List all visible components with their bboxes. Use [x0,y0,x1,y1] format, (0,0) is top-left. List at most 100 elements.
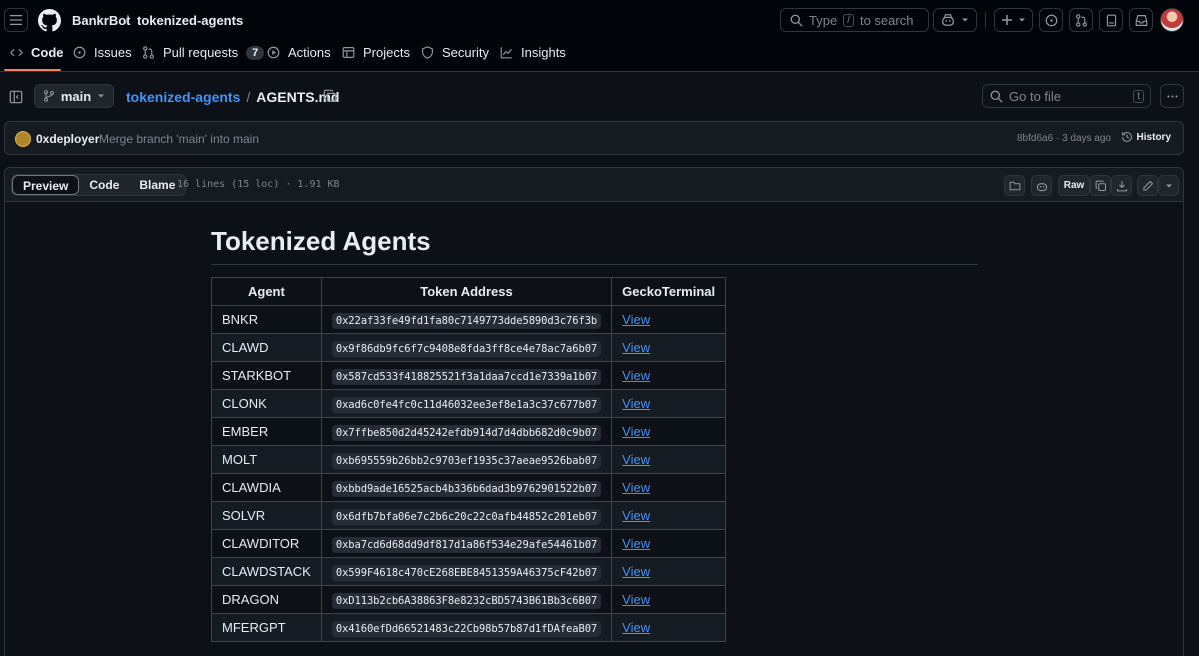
table-row: CLAWDIA 0xbbd9ade16525acb4b336b6dad3b9762… [211,473,727,502]
repositories-button[interactable] [1099,8,1123,32]
agent-name: MOLT [222,452,258,467]
commit-hash[interactable]: 8bfd6a6 [1017,133,1053,144]
agent-name: CLONK [222,396,267,411]
token-address: 0xD113b2cb6A38863F8e8232cBD5743B61Bb3c6B… [331,593,602,609]
code-tab[interactable]: Code [79,175,129,195]
gecko-link-cell: View [611,305,727,334]
commit-meta: 8bfd6a6 · 3 days ago [1017,133,1111,144]
table-row: CLAWD 0x9f86db9fc6f7c9408e8fda3ff8ce4e78a… [211,333,727,362]
commit-message[interactable]: Merge branch 'main' into main [99,132,259,146]
tab-label: Issues [94,45,132,60]
pull-requests-button[interactable] [1069,8,1093,32]
tab-insights[interactable]: Insights [500,45,566,60]
branch-name: main [60,88,92,104]
token-address: 0xba7cd6d68dd9df817d1a86f534e29afe54461b… [331,537,602,553]
geckoterminal-view-link[interactable]: View [622,620,650,635]
sidebar-collapse-icon[interactable] [9,90,23,104]
title-divider [211,264,978,265]
open-in-codespace-button[interactable] [1004,175,1025,196]
go-to-file-input[interactable]: Go to file t [982,84,1151,108]
table-row: EMBER 0x7ffbe850d2d45242efdb914d7d4dbb682… [211,417,727,446]
path-repo-link[interactable]: tokenized-agents [126,89,240,105]
geckoterminal-view-link[interactable]: View [622,536,650,551]
table-row: CLAWDSTACK 0x599F4618c470cE268EBE8451359A… [211,557,727,586]
geckoterminal-view-link[interactable]: View [622,564,650,579]
file-path: tokenized-agents / AGENTS.md [126,89,339,105]
breadcrumb-owner[interactable]: BankrBot [72,13,131,28]
geckoterminal-view-link[interactable]: View [622,480,650,495]
copy-raw-button[interactable] [1090,175,1111,196]
token-address: 0xb695559b26bb2c9703ef1935c37aeae9526bab… [331,453,602,469]
tab-label: Projects [363,45,410,60]
raw-button[interactable]: Raw [1058,175,1090,196]
tab-issues[interactable]: Issues [73,45,132,60]
token-address-cell: 0x587cd533f418825521f3a1daa7ccd1e7339a1b… [320,361,613,390]
table-row: CLAWDITOR 0xba7cd6d68dd9df817d1a86f534e29… [211,529,727,558]
token-address: 0x4160efDd66521483c22Cb98b57b87d1fDAfeaB… [331,621,602,637]
history-button[interactable]: History [1121,131,1171,143]
agents-table: Agent Token Address GeckoTerminal BNKR 0x… [211,277,727,642]
geckoterminal-view-link[interactable]: View [622,508,650,523]
global-search-input[interactable]: Type / to search [780,8,929,32]
agent-name-cell: CLAWDIA [211,473,322,502]
breadcrumb-repo[interactable]: tokenized-agents [137,13,243,28]
tab-projects[interactable]: Projects [342,45,410,60]
agent-name-cell: EMBER [211,417,322,446]
tab-label: Actions [288,45,331,60]
token-address-cell: 0x4160efDd66521483c22Cb98b57b87d1fDAfeaB… [320,613,613,642]
agent-name-cell: CLONK [211,389,322,418]
create-new-button[interactable] [994,8,1033,32]
table-row: BNKR 0x22af33fe49fd1fa80c7149773dde5890d3… [211,305,727,334]
pull-request-icon [1075,13,1087,27]
edit-file-button[interactable] [1137,175,1158,196]
chevron-down-icon [1019,18,1025,22]
geckoterminal-view-link[interactable]: View [622,592,650,607]
tab-security[interactable]: Security [421,45,489,60]
tab-actions[interactable]: Actions [267,45,331,60]
download-button[interactable] [1111,175,1132,196]
table-row: CLONK 0xad6c0fe4fc0c11d46032ee3ef8e1a3c37… [211,389,727,418]
search-rest-label: to search [859,12,914,28]
global-header: BankrBot / tokenized-agents Type / to se… [0,0,1199,72]
copilot-button[interactable] [933,8,977,32]
geckoterminal-view-link[interactable]: View [622,312,650,327]
table-row: STARKBOT 0x587cd533f418825521f3a1daa7ccd1… [211,361,727,390]
pull-request-icon [143,46,154,59]
agent-name-cell: MFERGPT [211,613,322,642]
token-address-cell: 0xad6c0fe4fc0c11d46032ee3ef8e1a3c37c677b… [320,389,613,418]
menu-button[interactable] [4,8,28,32]
tab-pull-requests[interactable]: Pull requests 7 [142,45,265,60]
commit-author-avatar[interactable] [15,131,31,147]
tab-code[interactable]: Code [10,45,64,60]
path-separator: / [246,89,251,105]
geckoterminal-view-link[interactable]: View [622,368,650,383]
token-address-cell: 0xbbd9ade16525acb4b336b6dad3b9762901522b… [320,473,613,502]
copilot-ask-button[interactable] [1031,175,1052,196]
header-token-address: Token Address [320,277,613,306]
geckoterminal-view-link[interactable]: View [622,340,650,355]
gecko-link-cell: View [611,445,727,474]
issue-icon [73,46,86,59]
user-avatar[interactable] [1160,8,1184,32]
token-address: 0x7ffbe850d2d45242efdb914d7d4dbb682d0c9b… [331,425,602,441]
agent-name: BNKR [222,312,259,327]
notifications-button[interactable] [1129,8,1153,32]
branch-select[interactable]: main [34,84,114,108]
preview-tab[interactable]: Preview [12,175,80,195]
geckoterminal-view-link[interactable]: View [622,452,650,467]
search-icon [790,14,803,27]
geckoterminal-view-link[interactable]: View [622,424,650,439]
table-row: MFERGPT 0x4160efDd66521483c22Cb98b57b87d1… [211,613,727,642]
github-logo-icon[interactable] [38,9,61,32]
more-options-button[interactable] [1160,84,1184,108]
issues-button[interactable] [1039,8,1063,32]
gecko-link-cell: View [611,361,727,390]
commit-author[interactable]: 0xdeployer [36,132,99,146]
token-address-cell: 0x22af33fe49fd1fa80c7149773dde5890d3c76f… [320,305,613,334]
copy-path-icon[interactable] [323,89,337,103]
gecko-link-cell: View [611,557,727,586]
agent-name: EMBER [222,424,269,439]
history-icon [1121,131,1132,143]
edit-options-button[interactable] [1158,175,1179,196]
geckoterminal-view-link[interactable]: View [622,396,650,411]
